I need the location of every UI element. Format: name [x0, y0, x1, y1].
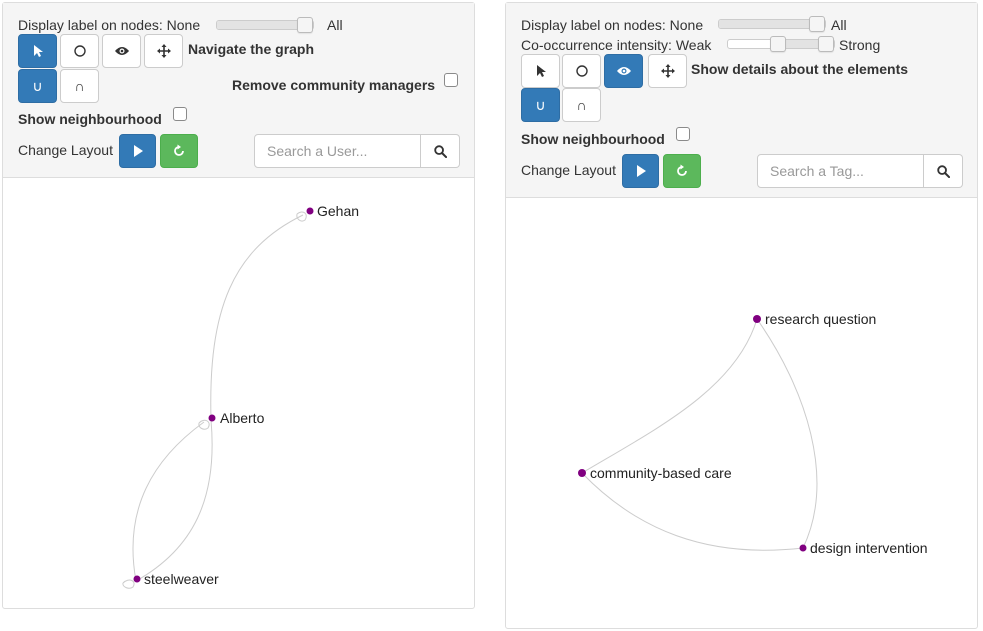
label-slider-end: All	[327, 17, 343, 33]
reset-layout-button[interactable]	[160, 134, 198, 168]
lasso-mode-button[interactable]	[562, 54, 601, 88]
edge-rq-di	[756, 318, 818, 549]
cooccurrence-slider[interactable]	[727, 36, 835, 52]
pointer-icon	[536, 65, 546, 77]
move-arrows-icon	[660, 64, 675, 78]
node-label-steelweaver: steelweaver	[144, 571, 219, 587]
label-slider-label: Display label on nodes: None	[521, 17, 704, 33]
user-search-button[interactable]	[421, 134, 460, 168]
graph-node-research-question[interactable]: research question	[753, 311, 876, 327]
show-neighbourhood-label: Show neighbourhood	[521, 131, 665, 147]
circle-icon	[73, 45, 86, 57]
select-mode-button[interactable]	[521, 54, 560, 88]
graph-node-gehan[interactable]: Gehan	[306, 203, 360, 219]
node-dot[interactable]	[799, 544, 807, 552]
remove-community-managers-label: Remove community managers	[232, 77, 436, 93]
union-icon: ∪	[535, 97, 546, 113]
magnifier-icon	[936, 164, 950, 178]
edge-alberto-gehan	[210, 211, 307, 420]
remove-community-managers-checkbox[interactable]	[444, 73, 458, 87]
label-slider-end: All	[831, 17, 847, 33]
tag-graph-panel: Display label on nodes: None All Co-occu…	[505, 2, 978, 629]
graph-node-alberto[interactable]: Alberto	[208, 410, 265, 426]
change-layout-label: Change Layout	[18, 142, 113, 158]
intersection-icon: ∩	[576, 97, 587, 113]
move-mode-button[interactable]	[144, 34, 183, 68]
node-dot[interactable]	[306, 207, 314, 215]
refresh-icon	[677, 164, 687, 176]
tag-search	[757, 154, 963, 188]
node-dot[interactable]	[578, 469, 586, 477]
mode-description: Navigate the graph	[188, 41, 315, 57]
cooccurrence-slider-low-handle[interactable]	[770, 36, 786, 52]
select-mode-button[interactable]	[18, 34, 57, 68]
label-slider[interactable]	[216, 17, 314, 33]
eye-icon	[114, 47, 129, 55]
intersection-button[interactable]: ∩	[562, 88, 601, 122]
change-layout-label: Change Layout	[521, 162, 616, 178]
node-dot[interactable]	[208, 414, 216, 422]
graph-node-design-intervention[interactable]: design intervention	[799, 540, 928, 556]
graph-node-community-based-care[interactable]: community-based care	[578, 465, 732, 481]
eye-icon	[616, 67, 631, 75]
show-neighbourhood-checkbox[interactable]	[676, 127, 690, 141]
node-label-alberto: Alberto	[220, 410, 265, 426]
circle-icon	[575, 65, 588, 77]
tag-graph-canvas[interactable]: research question community-based care d…	[506, 199, 977, 629]
play-icon	[133, 145, 143, 157]
label-slider[interactable]	[718, 16, 826, 32]
show-neighbourhood-checkbox[interactable]	[173, 107, 187, 121]
cooccurrence-slider-label: Co-occurrence intensity: Weak	[521, 37, 712, 53]
lasso-mode-button[interactable]	[60, 34, 99, 68]
edge-cbc-di	[581, 472, 804, 551]
refresh-icon	[174, 144, 184, 156]
details-mode-button[interactable]	[604, 54, 643, 88]
node-dot[interactable]	[133, 575, 141, 583]
show-neighbourhood-label: Show neighbourhood	[18, 111, 162, 127]
tag-search-input[interactable]	[757, 154, 924, 188]
pointer-icon	[33, 45, 43, 57]
node-label-research-question: research question	[765, 311, 876, 327]
user-graph-panel: Display label on nodes: None All Navigat…	[2, 2, 475, 609]
cooccurrence-slider-high-handle[interactable]	[818, 36, 834, 52]
run-layout-button[interactable]	[622, 154, 659, 188]
edge-steelweaver-alberto	[122, 419, 210, 589]
tag-search-button[interactable]	[924, 154, 963, 188]
play-icon	[636, 165, 646, 177]
node-dot[interactable]	[753, 315, 761, 323]
tag-graph-svg: research question community-based care d…	[578, 311, 928, 556]
user-graph-canvas[interactable]: Gehan Alberto steelweaver	[3, 179, 474, 609]
reset-layout-button[interactable]	[663, 154, 701, 188]
node-label-design-intervention: design intervention	[810, 540, 928, 556]
move-arrows-icon	[156, 44, 171, 58]
user-graph-svg: Gehan Alberto steelweaver	[122, 203, 360, 589]
union-button[interactable]: ∪	[18, 69, 57, 103]
edge-rq-cbc	[581, 318, 758, 474]
label-slider-handle[interactable]	[809, 16, 825, 32]
intersection-icon: ∩	[74, 78, 85, 94]
intersection-button[interactable]: ∩	[60, 69, 99, 103]
label-slider-label: Display label on nodes: None	[18, 17, 201, 33]
run-layout-button[interactable]	[119, 134, 156, 168]
label-slider-handle[interactable]	[297, 17, 313, 33]
user-graph-controls: Display label on nodes: None All Navigat…	[3, 3, 474, 178]
cooccurrence-slider-end: Strong	[839, 37, 881, 53]
user-search	[254, 134, 460, 168]
magnifier-icon	[433, 144, 447, 158]
union-icon: ∪	[32, 78, 43, 94]
mode-description: Show details about the elements	[691, 61, 909, 77]
union-button[interactable]: ∪	[521, 88, 560, 122]
tag-graph-controls: Display label on nodes: None All Co-occu…	[506, 3, 977, 198]
graph-node-steelweaver[interactable]: steelweaver	[133, 571, 220, 587]
user-search-input[interactable]	[254, 134, 421, 168]
move-mode-button[interactable]	[648, 54, 687, 88]
node-label-community-based-care: community-based care	[590, 465, 732, 481]
edge-alberto-steelweaver	[135, 419, 213, 582]
details-mode-button[interactable]	[102, 34, 141, 68]
node-label-gehan: Gehan	[317, 203, 359, 219]
